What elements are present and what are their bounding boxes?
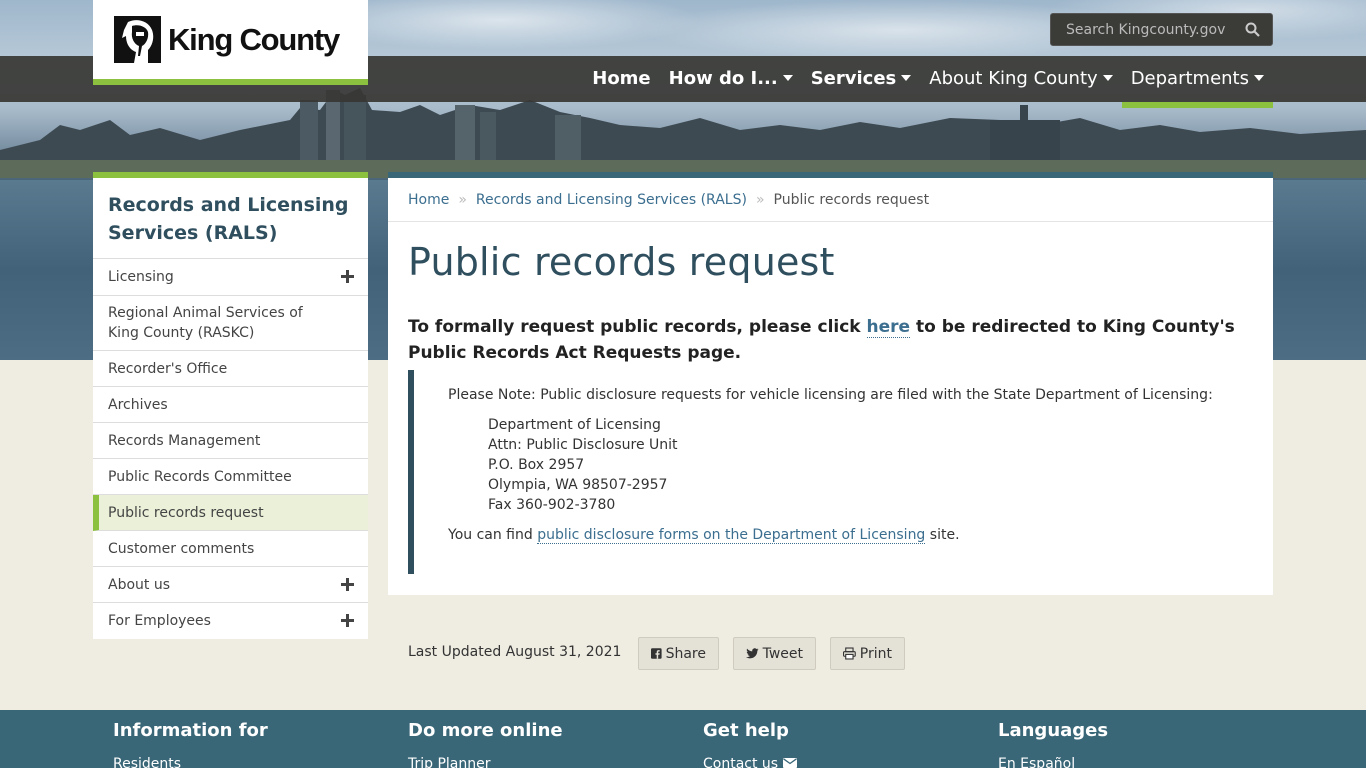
footer-link-contact[interactable]: Contact us — [703, 756, 797, 768]
sidebar-item-label: Records Management — [108, 432, 261, 449]
sidebar-item-recorders-office[interactable]: Recorder's Office — [93, 351, 368, 387]
breadcrumb-separator-icon: » — [755, 191, 765, 208]
king-county-logo-icon — [114, 16, 161, 63]
footer-link[interactable]: Trip Planner — [408, 756, 563, 768]
nav-about-king-county[interactable]: About King County — [920, 56, 1121, 102]
caret-down-icon — [901, 75, 912, 81]
brand-name: King County — [168, 22, 340, 57]
address-line: Department of Licensing — [488, 417, 661, 433]
sidebar-item-label: Recorder's Office — [108, 360, 228, 377]
print-label: Print — [859, 645, 892, 662]
lead-paragraph: To formally request public records, plea… — [408, 314, 1258, 366]
sidebar-item-public-records-request[interactable]: Public records request — [93, 495, 368, 531]
footer-link-label: Contact us — [703, 756, 779, 768]
sidebar-item-label: Regional Animal Services of King County … — [108, 305, 303, 341]
nav-services-label: Services — [810, 68, 897, 89]
share-label: Share — [665, 645, 706, 662]
address-line: Fax 360-902-3780 — [488, 497, 616, 513]
sidebar-item-label: About us — [108, 576, 171, 593]
footer-column-languages: Languages En Español — [998, 720, 1108, 768]
nav-departments[interactable]: Departments — [1121, 56, 1274, 108]
tweet-label: Tweet — [762, 645, 803, 662]
sidebar-item-for-employees[interactable]: For Employees — [93, 603, 368, 639]
sidebar-item-customer-comments[interactable]: Customer comments — [93, 531, 368, 567]
footer-column-help: Get help Contact us — [703, 720, 797, 768]
breadcrumb: Home » Records and Licensing Services (R… — [388, 178, 1273, 222]
caret-down-icon — [782, 75, 793, 81]
share-button[interactable]: Share — [638, 637, 719, 670]
facebook-icon — [651, 648, 662, 659]
envelope-icon — [782, 758, 797, 768]
expand-plus-icon[interactable] — [341, 270, 354, 283]
lead-text: To formally request public records, plea… — [408, 317, 867, 337]
breadcrumb-current: Public records request — [773, 191, 930, 208]
search-icon[interactable] — [1245, 22, 1260, 37]
sidebar-item-label: Customer comments — [108, 540, 255, 557]
address-block: Department of Licensing Attn: Public Dis… — [488, 415, 1253, 515]
search-input[interactable] — [1051, 14, 1241, 45]
note-intro: Please Note: Public disclosure requests … — [448, 387, 1213, 403]
breadcrumb-section[interactable]: Records and Licensing Services (RALS) — [476, 192, 747, 208]
nav-home-label: Home — [592, 68, 651, 89]
page-title: Public records request — [408, 240, 835, 284]
sidebar-item-licensing[interactable]: Licensing — [93, 259, 368, 296]
address-line: P.O. Box 2957 — [488, 457, 585, 473]
tweet-button[interactable]: Tweet — [733, 637, 816, 670]
caret-down-icon — [1102, 75, 1113, 81]
here-link[interactable]: here — [866, 317, 911, 338]
nav-how-do-i[interactable]: How do I... — [660, 56, 802, 102]
nav-services[interactable]: Services — [802, 56, 921, 102]
note-blockquote: Please Note: Public disclosure requests … — [408, 370, 1253, 574]
sidebar-item-about-us[interactable]: About us — [93, 567, 368, 603]
dol-forms-link[interactable]: public disclosure forms on the Departmen… — [537, 527, 926, 544]
expand-plus-icon[interactable] — [341, 614, 354, 627]
footer-heading: Languages — [998, 720, 1109, 741]
sidebar-item-label: Public Records Committee — [108, 468, 292, 485]
nav-departments-label: Departments — [1130, 68, 1249, 89]
footer-heading: Do more online — [408, 720, 563, 741]
site-logo[interactable]: King County — [93, 0, 368, 85]
sidebar-item-label: Archives — [108, 396, 168, 413]
sidebar-item-records-management[interactable]: Records Management — [93, 423, 368, 459]
caret-down-icon — [1254, 75, 1264, 81]
nav-how-do-i-label: How do I... — [668, 68, 778, 89]
print-icon — [843, 647, 856, 660]
main-content: Home » Records and Licensing Services (R… — [388, 172, 1273, 595]
address-line: Olympia, WA 98507-2957 — [488, 477, 668, 493]
site-footer: Information for Residents Do more online… — [0, 710, 1366, 768]
footer-heading: Get help — [703, 720, 789, 741]
expand-plus-icon[interactable] — [341, 577, 354, 591]
sidebar-item-raskc[interactable]: Regional Animal Services of King County … — [93, 296, 368, 351]
sidebar-item-public-records-committee[interactable]: Public Records Committee — [93, 459, 368, 495]
nav-about-label: About King County — [929, 68, 1098, 89]
sidebar-item-archives[interactable]: Archives — [93, 387, 368, 423]
breadcrumb-separator-icon: » — [458, 191, 467, 208]
address-line: Attn: Public Disclosure Unit — [488, 437, 678, 453]
breadcrumb-home[interactable]: Home — [408, 192, 449, 208]
section-sidebar: Records and Licensing Services (RALS) Li… — [93, 172, 368, 639]
sidebar-item-label: For Employees — [108, 613, 211, 629]
last-updated: Last Updated August 31, 2021 — [408, 644, 622, 660]
sidebar-title[interactable]: Records and Licensing Services (RALS) — [93, 178, 368, 259]
footer-column-information: Information for Residents — [113, 720, 268, 768]
find-text: site. — [925, 527, 960, 543]
find-forms-text: You can find public disclosure forms on … — [448, 525, 1253, 545]
footer-link[interactable]: Residents — [113, 756, 268, 768]
footer-column-online: Do more online Trip Planner — [408, 720, 563, 768]
footer-link[interactable]: En Español — [998, 756, 1108, 768]
sidebar-item-label: Licensing — [108, 269, 174, 285]
find-text: You can find — [448, 527, 538, 543]
footer-heading: Information for — [113, 720, 268, 741]
print-button[interactable]: Print — [830, 637, 905, 670]
main-navigation: Home How do I... Services About King Cou… — [583, 56, 1274, 108]
twitter-icon — [746, 648, 759, 659]
sidebar-item-label: Public records request — [108, 504, 264, 521]
search-box — [1050, 13, 1273, 46]
nav-home[interactable]: Home — [583, 56, 659, 102]
